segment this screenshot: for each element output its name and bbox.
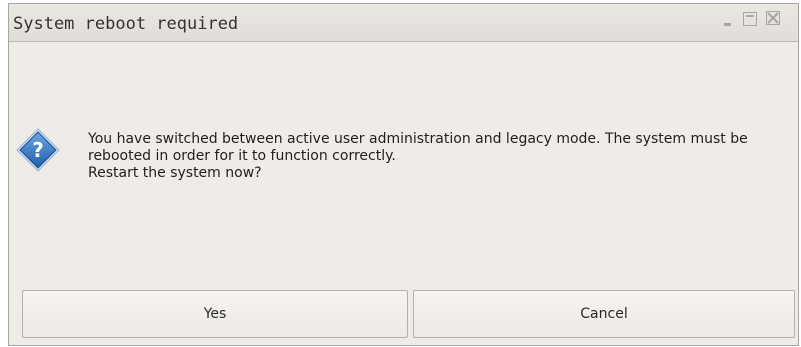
close-icon[interactable] <box>766 11 780 25</box>
question-icon: ? <box>15 127 61 173</box>
minimize-icon[interactable] <box>721 12 735 26</box>
dialog-message: You have switched between active user ad… <box>88 131 794 182</box>
svg-text:?: ? <box>32 138 44 162</box>
window-title: System reboot required <box>13 14 239 34</box>
title-bar[interactable]: System reboot required <box>9 4 798 42</box>
cancel-button[interactable]: Cancel <box>413 290 795 338</box>
message-line-1: You have switched between active user ad… <box>88 131 748 147</box>
dialog-content: ? You have switched between active user … <box>9 42 798 281</box>
maximize-icon[interactable] <box>743 12 757 26</box>
reboot-dialog: System reboot required ? You have switch… <box>8 3 799 346</box>
message-line-3: Restart the system now? <box>88 165 262 181</box>
yes-button[interactable]: Yes <box>22 290 408 338</box>
message-line-2: rebooted in order for it to function cor… <box>88 148 396 164</box>
